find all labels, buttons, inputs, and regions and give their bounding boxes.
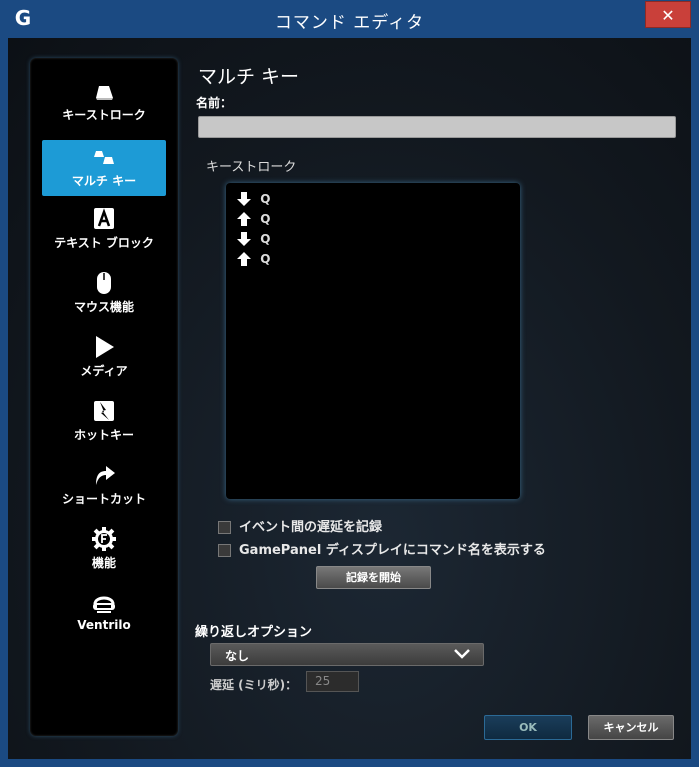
sidebar-item-label: Ventrilo bbox=[77, 618, 131, 632]
multi-key-icon bbox=[94, 151, 114, 164]
key-label: Q bbox=[260, 232, 271, 246]
page-title: マルチ キー bbox=[198, 66, 300, 88]
checkbox-box[interactable] bbox=[218, 544, 231, 557]
sidebar-item-label: マルチ キー bbox=[71, 174, 137, 188]
name-input[interactable] bbox=[198, 116, 676, 138]
sidebar-item-label: 機能 bbox=[91, 556, 116, 570]
sidebar-item-label: ホットキー bbox=[73, 428, 134, 442]
delay-input[interactable]: 25 bbox=[306, 671, 359, 692]
sidebar-item-hotkey[interactable]: ホットキー bbox=[42, 398, 166, 454]
sidebar-item-label: キーストローク bbox=[62, 108, 146, 122]
key-icon bbox=[96, 86, 113, 100]
name-label: 名前： bbox=[196, 96, 233, 110]
list-item[interactable]: Q bbox=[236, 191, 270, 209]
list-item[interactable]: Q bbox=[236, 251, 270, 269]
arrow-down-icon bbox=[237, 232, 251, 246]
sidebar-item-mouse[interactable]: マウス機能 bbox=[42, 270, 166, 326]
keystroke-label: キーストローク bbox=[206, 160, 297, 175]
checkbox-label: イベント間の遅延を記録 bbox=[239, 520, 383, 535]
ok-button[interactable]: OK bbox=[484, 715, 572, 740]
checkbox-label: GamePanel ディスプレイにコマンド名を表示する bbox=[239, 543, 546, 558]
play-icon bbox=[96, 336, 114, 358]
keystroke-list[interactable]: Q Q Q Q bbox=[226, 183, 520, 499]
chevron-down-icon bbox=[454, 649, 470, 659]
mouse-icon bbox=[97, 272, 111, 294]
sidebar-item-shortcut[interactable]: ショートカット bbox=[42, 462, 166, 518]
arrow-down-icon bbox=[237, 192, 251, 206]
command-type-sidebar: キーストローク マルチ キー テキスト ブロック マウス機能 メディア ホットキ… bbox=[30, 58, 178, 736]
text-block-icon bbox=[94, 208, 114, 229]
sidebar-item-function[interactable]: 機能 bbox=[42, 526, 166, 582]
arrow-up-icon bbox=[237, 252, 251, 266]
repeat-option-select[interactable]: なし bbox=[210, 643, 484, 666]
sidebar-item-ventrilo[interactable]: Ventrilo bbox=[42, 590, 166, 646]
close-button[interactable]: ✕ bbox=[645, 1, 691, 28]
sidebar-item-label: マウス機能 bbox=[73, 300, 134, 314]
delay-label: 遅延 (ミリ秒)： bbox=[210, 678, 298, 692]
key-label: Q bbox=[260, 192, 271, 206]
repeat-options-label: 繰り返しオプション bbox=[195, 625, 313, 640]
key-label: Q bbox=[260, 212, 271, 226]
headset-icon bbox=[93, 596, 115, 613]
key-label: Q bbox=[260, 252, 271, 266]
select-value: なし bbox=[225, 649, 250, 663]
client-area: キーストローク マルチ キー テキスト ブロック マウス機能 メディア ホットキ… bbox=[8, 38, 691, 759]
title-bar: G コマンド エディタ ✕ bbox=[0, 0, 699, 38]
sidebar-item-label: ショートカット bbox=[61, 492, 146, 506]
list-item[interactable]: Q bbox=[236, 231, 270, 249]
sidebar-item-label: メディア bbox=[80, 364, 128, 378]
checkbox-box[interactable] bbox=[218, 521, 231, 534]
record-delay-checkbox[interactable]: イベント間の遅延を記録 bbox=[218, 516, 382, 535]
list-item[interactable]: Q bbox=[236, 211, 270, 229]
cancel-button[interactable]: キャンセル bbox=[588, 715, 674, 740]
shortcut-icon bbox=[96, 466, 115, 485]
sidebar-item-label: テキスト ブロック bbox=[54, 236, 154, 250]
gamepanel-display-checkbox[interactable]: GamePanel ディスプレイにコマンド名を表示する bbox=[218, 539, 546, 558]
sidebar-item-text-block[interactable]: テキスト ブロック bbox=[42, 206, 166, 262]
start-recording-button[interactable]: 記録を開始 bbox=[316, 566, 431, 589]
window-frame: キーストローク マルチ キー テキスト ブロック マウス機能 メディア ホットキ… bbox=[0, 38, 699, 767]
arrow-up-icon bbox=[237, 212, 251, 226]
hotkey-icon bbox=[94, 401, 114, 421]
function-icon bbox=[92, 527, 116, 551]
sidebar-item-keystroke[interactable]: キーストローク bbox=[42, 78, 166, 134]
sidebar-item-multi-key[interactable]: マルチ キー bbox=[42, 140, 166, 196]
sidebar-item-media[interactable]: メディア bbox=[42, 334, 166, 390]
window-title: コマンド エディタ bbox=[274, 13, 425, 33]
